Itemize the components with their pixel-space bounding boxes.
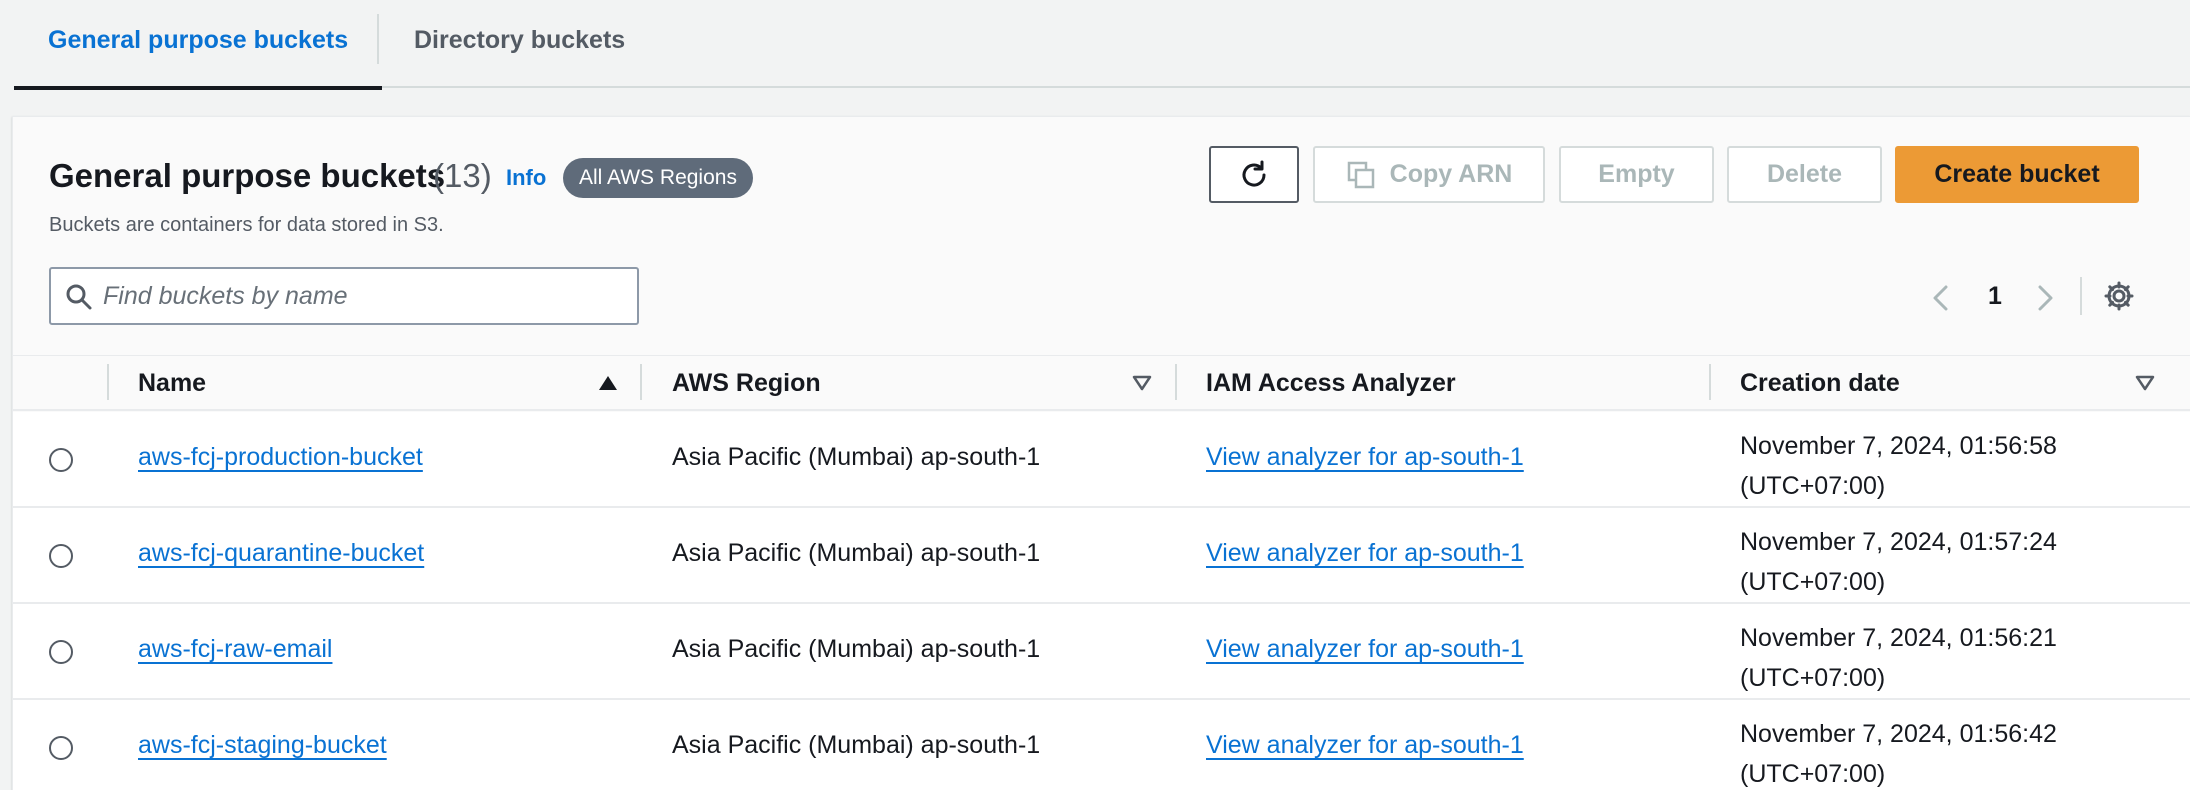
delete-button[interactable]: Delete [1727,146,1882,203]
column-divider [640,364,642,400]
page-number[interactable]: 1 [1988,282,2002,311]
chevron-left-icon[interactable] [1931,285,1951,311]
creation-date: November 7, 2024, 01:56:42 (UTC+07:00) [1740,720,2057,788]
bucket-region: Asia Pacific (Mumbai) ap-south-1 [672,635,1041,663]
creation-date: November 7, 2024, 01:57:24 (UTC+07:00) [1740,528,2057,596]
table-header: Name AWS Region IAM Access Analyzer Crea… [13,355,2190,411]
bucket-region: Asia Pacific (Mumbai) ap-south-1 [672,443,1041,471]
row-radio[interactable] [49,736,73,760]
column-header-region[interactable]: AWS Region [672,356,821,412]
column-header-creation-date[interactable]: Creation date [1740,356,1900,412]
empty-button[interactable]: Empty [1559,146,1714,203]
iam-analyzer-link[interactable]: View analyzer for ap-south-1 [1206,443,1524,472]
create-bucket-button[interactable]: Create bucket [1895,146,2139,203]
bucket-name-link[interactable]: aws-fcj-production-bucket [138,443,423,472]
refresh-icon [1242,160,1266,187]
bucket-region: Asia Pacific (Mumbai) ap-south-1 [672,731,1041,759]
column-header-name[interactable]: Name [138,356,206,412]
tab-divider [377,14,379,64]
row-radio[interactable] [49,640,73,664]
iam-analyzer-link[interactable]: View analyzer for ap-south-1 [1206,539,1524,568]
iam-analyzer-link[interactable]: View analyzer for ap-south-1 [1206,635,1524,664]
chevron-right-icon[interactable] [2035,285,2055,311]
column-divider [1175,364,1177,400]
table-row: aws-fcj-quarantine-bucket Asia Pacific (… [13,508,2190,604]
gear-icon[interactable] [2103,280,2135,312]
bucket-count: (13) [433,157,492,194]
page-title: General purpose buckets [49,157,446,194]
row-radio[interactable] [49,448,73,472]
tab-directory-buckets[interactable]: Directory buckets [414,0,625,88]
creation-date: November 7, 2024, 01:56:21 (UTC+07:00) [1740,624,2057,692]
table-row: aws-fcj-raw-email Asia Pacific (Mumbai) … [13,604,2190,700]
search-input[interactable] [103,269,623,323]
bucket-region: Asia Pacific (Mumbai) ap-south-1 [672,539,1041,567]
tab-general-purpose-buckets[interactable]: General purpose buckets [13,0,383,90]
row-radio[interactable] [49,544,73,568]
copy-icon [1347,161,1374,188]
bucket-type-tabs: General purpose buckets Directory bucket… [13,0,2190,90]
search-icon [66,284,92,310]
refresh-button[interactable] [1209,146,1299,203]
table-row: aws-fcj-production-bucket Asia Pacific (… [13,412,2190,508]
region-badge: All AWS Regions [563,158,753,198]
creation-date: November 7, 2024, 01:56:58 (UTC+07:00) [1740,432,2057,500]
copy-arn-label: Copy ARN [1389,160,1513,188]
bucket-name-link[interactable]: aws-fcj-quarantine-bucket [138,539,424,568]
sort-descending-icon[interactable] [1132,375,1152,391]
column-divider [1709,364,1711,400]
sort-descending-icon[interactable] [2135,375,2155,391]
sort-ascending-icon[interactable] [598,375,618,391]
bucket-name-link[interactable]: aws-fcj-staging-bucket [138,731,387,760]
table-row: aws-fcj-staging-bucket Asia Pacific (Mum… [13,700,2190,790]
bucket-name-link[interactable]: aws-fcj-raw-email [138,635,332,664]
header-description: Buckets are containers for data stored i… [49,214,444,236]
pager-divider [2080,277,2082,315]
column-divider [107,364,109,400]
column-header-iam: IAM Access Analyzer [1206,369,1456,397]
info-link[interactable]: Info [506,165,546,191]
search-box [49,267,639,325]
copy-arn-button[interactable]: Copy ARN [1313,146,1545,203]
buckets-container: General purpose buckets (13) Info All AW… [12,116,2190,790]
iam-analyzer-link[interactable]: View analyzer for ap-south-1 [1206,731,1524,760]
